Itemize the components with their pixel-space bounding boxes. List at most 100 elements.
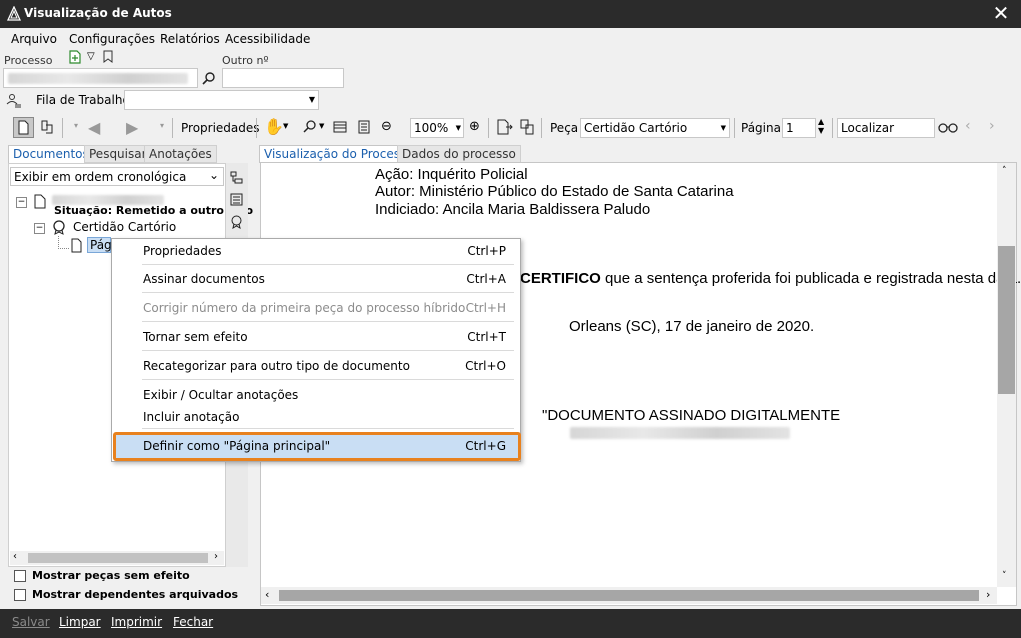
zoom-in-icon[interactable]: ⊕ (469, 119, 480, 134)
pagina-value: 1 (786, 121, 794, 135)
first-page-icon[interactable]: ▾ (74, 121, 78, 130)
signature-code-redacted (570, 427, 790, 439)
menu-separator (142, 292, 514, 293)
mostrar-pecas-checkbox[interactable] (14, 570, 26, 582)
new-document-icon[interactable] (68, 50, 82, 64)
fechar-button[interactable]: Fechar (173, 615, 213, 629)
chevron-down-icon[interactable]: ▼ (319, 122, 324, 130)
tab-pesquisar[interactable]: Pesquisar (84, 145, 152, 163)
processo-label: Processo (4, 54, 53, 67)
expand-tree-icon[interactable] (229, 170, 244, 185)
zoom-out-icon[interactable]: ⊖ (381, 119, 392, 134)
menu-acessibilidade[interactable]: Acessibilidade (225, 32, 310, 46)
outro-numero-label: Outro nº (222, 54, 269, 67)
last-page-icon[interactable]: ▾ (160, 121, 164, 130)
cm-corrigir[interactable]: Corrigir número da primeira peça do proc… (142, 297, 512, 319)
tree-page-item[interactable]: Pág (87, 237, 112, 253)
cm-definir-pagina-principal[interactable]: Definir como "Página principal" Ctrl+G (142, 435, 512, 457)
fit-page-icon[interactable] (357, 120, 371, 134)
peca-value: Certidão Cartório (584, 121, 688, 135)
previous-page-icon[interactable]: ◀ (88, 118, 100, 137)
processo-input[interactable] (3, 68, 198, 88)
cm-incluir-anotacao[interactable]: Incluir anotação (142, 406, 512, 428)
chevron-down-icon[interactable]: ▽ (87, 51, 95, 62)
scrollbar-thumb[interactable] (28, 553, 208, 563)
copy-document-icon[interactable] (39, 119, 55, 135)
imprimir-button[interactable]: Imprimir (111, 615, 162, 629)
next-page-icon[interactable]: ▶ (126, 118, 138, 137)
tree-connector (58, 236, 69, 249)
doc-indiciado: Indiciado: Ancila Maria Baldissera Palud… (375, 201, 651, 218)
document-vertical-scrollbar[interactable]: ˄ ˅ (997, 163, 1016, 587)
salvar-button[interactable]: Salvar (12, 615, 50, 629)
scrollbar-thumb[interactable] (998, 246, 1015, 394)
menu-item-label: Corrigir número da primeira peça do proc… (143, 301, 466, 315)
list-view-icon[interactable] (229, 192, 244, 207)
scrollbar-thumb[interactable] (279, 590, 979, 601)
chevron-down-icon: ▼ (308, 95, 315, 104)
menu-configuracoes[interactable]: Configurações (69, 32, 155, 46)
outro-numero-input[interactable] (222, 68, 344, 88)
tree-collapse-icon[interactable]: − (34, 223, 45, 234)
tree-page-label: Pág (90, 238, 112, 252)
tab-dados-processo[interactable]: Dados do processo (397, 145, 521, 163)
document-view-button[interactable] (13, 117, 34, 138)
tree-horizontal-scrollbar[interactable]: ‹ › (10, 551, 224, 565)
tree-situacao: Situação: Remetido a outro foro (54, 204, 254, 217)
pagina-input[interactable]: 1 (782, 118, 816, 138)
tab-visualizacao[interactable]: Visualização do Processo (259, 145, 419, 163)
scroll-right-icon[interactable]: › (986, 588, 990, 601)
menu-item-label: Exibir / Ocultar anotações (143, 388, 299, 402)
fit-width-icon[interactable] (333, 120, 347, 134)
certificate-icon (53, 220, 65, 235)
zoom-tool-icon[interactable] (302, 119, 318, 135)
pan-hand-icon[interactable]: ✋ (264, 117, 284, 136)
peca-select[interactable]: Certidão Cartório ▼ (580, 118, 730, 138)
scroll-left-icon[interactable]: ‹ (13, 551, 17, 562)
localizar-input[interactable]: Localizar (837, 118, 935, 138)
doc-acao: Ação: Inquérito Policial (375, 166, 528, 183)
scroll-down-icon[interactable]: ˅ (1002, 571, 1007, 581)
mostrar-dependentes-checkbox[interactable] (14, 589, 26, 601)
chevron-down-icon[interactable]: ▼ (283, 122, 288, 130)
cm-recategorizar[interactable]: Recategorizar para outro tipo de documen… (142, 355, 512, 377)
menu-item-label: Propriedades (143, 244, 222, 258)
export-document-icon[interactable] (496, 118, 514, 136)
scroll-right-icon[interactable]: › (214, 551, 218, 562)
find-next-icon[interactable]: › (989, 118, 995, 134)
tab-documentos[interactable]: Documentos (8, 145, 94, 163)
search-icon[interactable] (202, 71, 216, 85)
menu-item-shortcut: Ctrl+A (466, 272, 506, 286)
zoom-select[interactable]: 100% ▼ (410, 118, 464, 138)
tab-anotacoes[interactable]: Anotações (144, 145, 217, 163)
cm-propriedades[interactable]: Propriedades Ctrl+P (142, 240, 512, 262)
limpar-button[interactable]: Limpar (59, 615, 101, 629)
doc-local-data: Orleans (SC), 17 de janeiro de 2020. (569, 318, 815, 335)
menu-item-shortcut: Ctrl+P (467, 244, 506, 258)
seal-icon[interactable] (229, 214, 244, 229)
binoculars-icon[interactable] (938, 120, 958, 134)
find-previous-icon[interactable]: ‹ (965, 118, 971, 134)
chevron-down-icon: ▼ (455, 124, 461, 132)
tree-certidao[interactable]: Certidão Cartório (73, 220, 176, 234)
tree-collapse-icon[interactable]: − (16, 197, 27, 208)
menu-item-label: Assinar documentos (143, 272, 265, 286)
pagina-label: Página (741, 121, 781, 135)
fila-trabalho-select[interactable]: ▼ (124, 90, 319, 110)
propriedades-button[interactable]: Propriedades (181, 121, 260, 135)
scroll-left-icon[interactable]: ‹ (265, 588, 269, 601)
document-icon (18, 120, 29, 135)
bookmark-icon[interactable] (102, 50, 114, 63)
scroll-up-icon[interactable]: ˄ (1002, 166, 1007, 176)
page-icon (71, 238, 82, 253)
menu-arquivo[interactable]: Arquivo (11, 32, 57, 46)
order-select[interactable]: Exibir em ordem cronológica ⌄ (10, 167, 224, 186)
cm-exibir-anotacoes[interactable]: Exibir / Ocultar anotações (142, 384, 512, 406)
cm-assinar[interactable]: Assinar documentos Ctrl+A (142, 268, 512, 290)
cm-tornar-sem-efeito[interactable]: Tornar sem efeito Ctrl+T (142, 326, 512, 348)
close-icon[interactable]: ✕ (988, 2, 1014, 26)
page-stepper-icon[interactable]: ▲ ▼ (818, 117, 824, 135)
document-horizontal-scrollbar[interactable]: ‹ › (261, 587, 997, 604)
menu-relatorios[interactable]: Relatórios (160, 32, 220, 46)
split-document-icon[interactable] (518, 118, 536, 136)
